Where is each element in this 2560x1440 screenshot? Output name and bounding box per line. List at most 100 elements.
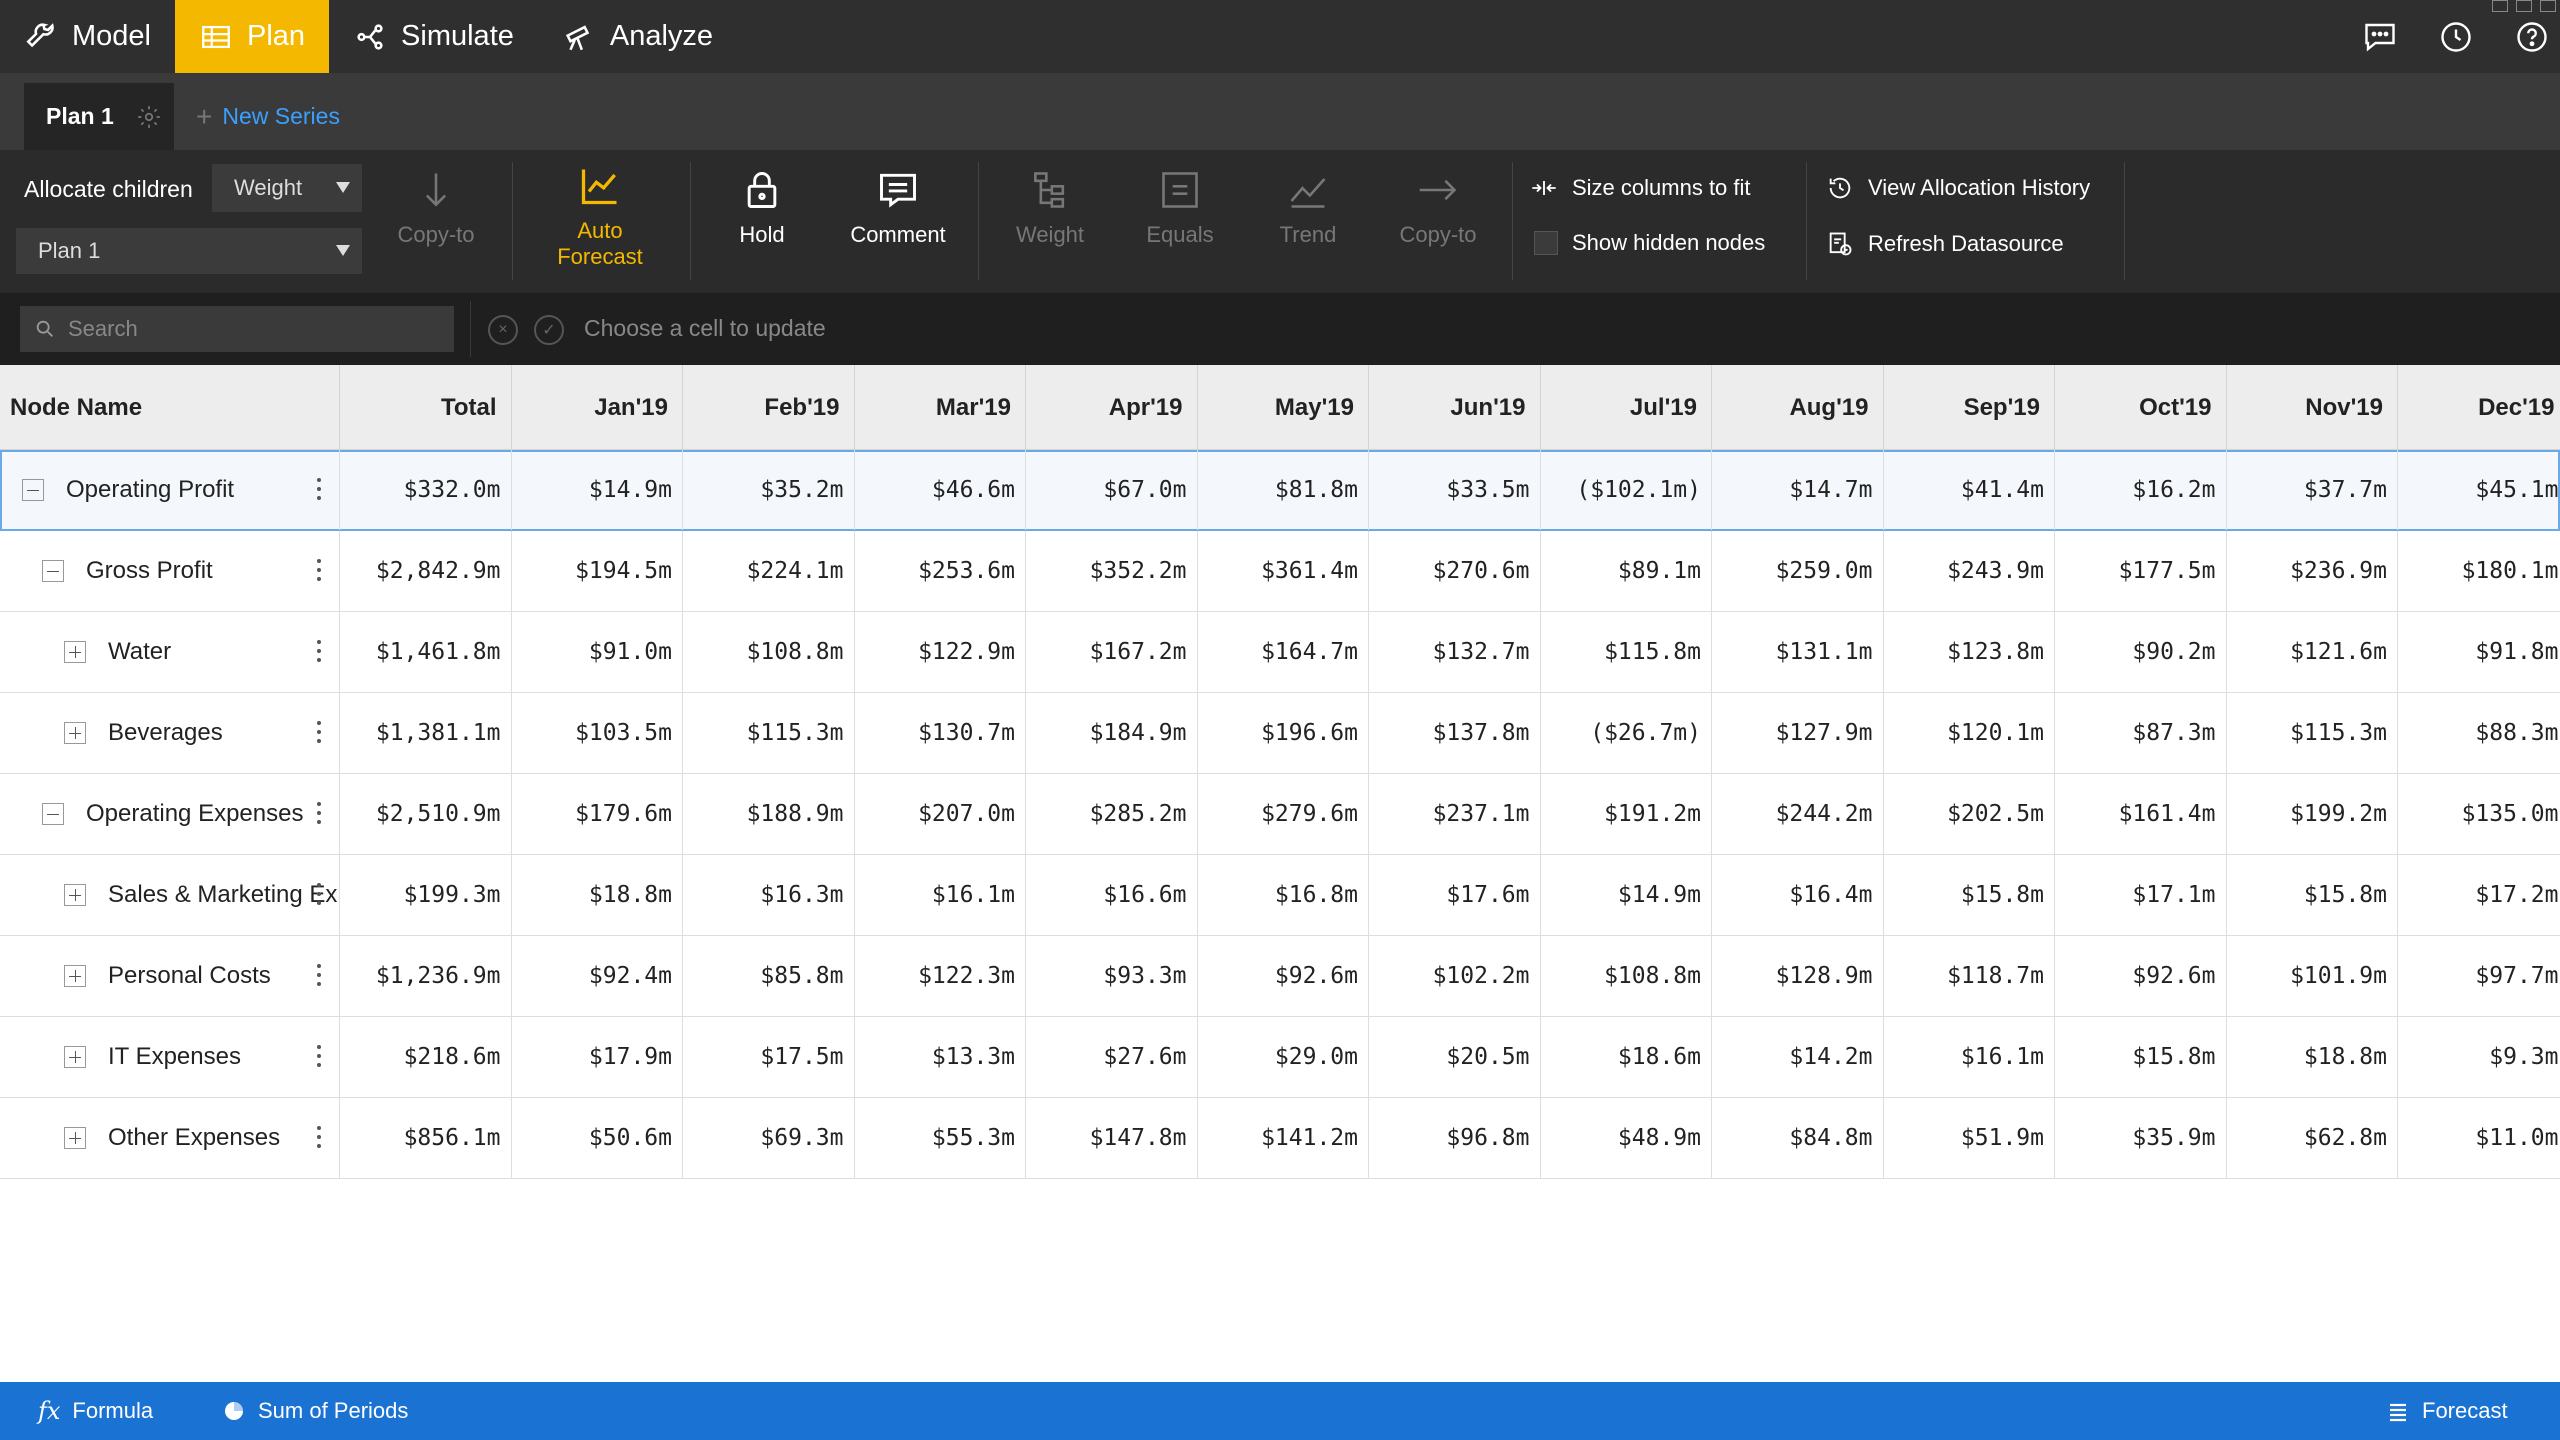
value-cell[interactable]: $115.3m [683,693,855,773]
value-cell[interactable]: $137.8m [1369,693,1541,773]
more-vertical-icon[interactable] [317,640,321,662]
table-row[interactable]: Personal Costs $1,236.9m $92.4m $85.8m $122.… [0,936,2560,1017]
value-cell[interactable]: $35.9m [2055,1098,2227,1178]
value-cell[interactable]: $15.8m [1884,855,2055,935]
column-header-node-name[interactable]: Node Name [0,365,340,450]
confirm-edit-icon[interactable]: ✓ [534,315,564,345]
value-cell[interactable]: $45.1m [2398,450,2560,530]
value-cell[interactable]: $17.9m [512,1017,683,1097]
value-cell[interactable]: $48.9m [1541,1098,1712,1178]
collapse-icon[interactable] [42,560,64,582]
expand-icon[interactable] [64,722,86,744]
value-cell[interactable]: $92.4m [512,936,683,1016]
total-cell[interactable]: $1,381.1m [340,693,512,773]
value-cell[interactable]: $89.1m [1541,531,1712,611]
table-row[interactable]: IT Expenses $218.6m $17.9m $17.5m $13.3m $27.… [0,1017,2560,1098]
more-vertical-icon[interactable] [317,802,321,824]
node-name-cell[interactable]: Beverages [0,693,340,773]
value-cell[interactable]: $17.6m [1369,855,1541,935]
total-cell[interactable]: $856.1m [340,1098,512,1178]
formula-status-button[interactable]: fx Formula [38,1382,153,1440]
more-vertical-icon[interactable] [317,478,321,500]
table-row[interactable]: Operating Profit $332.0m $14.9m $35.2m $46.6… [0,450,2560,531]
value-cell[interactable]: $237.1m [1369,774,1541,854]
value-cell[interactable]: $253.6m [855,531,1026,611]
column-header[interactable]: Jul'19 [1541,365,1712,450]
expand-icon[interactable] [64,884,86,906]
value-cell[interactable]: $18.8m [2227,1017,2398,1097]
value-cell[interactable]: $270.6m [1369,531,1541,611]
copy-to-right-button[interactable]: Copy-to [1378,168,1498,248]
view-allocation-history-button[interactable]: View Allocation History [1826,174,2090,202]
value-cell[interactable]: $16.6m [1026,855,1198,935]
value-cell[interactable]: $147.8m [1026,1098,1198,1178]
value-cell[interactable]: $196.6m [1198,693,1369,773]
new-series-button[interactable]: + New Series [196,83,340,150]
more-vertical-icon[interactable] [317,559,321,581]
value-cell[interactable]: $91.0m [512,612,683,692]
collapse-icon[interactable] [42,803,64,825]
plan-select[interactable]: Plan 1 [16,228,362,274]
collapse-icon[interactable] [22,479,44,501]
value-cell[interactable]: $55.3m [855,1098,1026,1178]
value-cell[interactable]: $27.6m [1026,1017,1198,1097]
column-header[interactable]: Oct'19 [2055,365,2227,450]
value-cell[interactable]: $14.2m [1712,1017,1884,1097]
value-cell[interactable]: $15.8m [2227,855,2398,935]
node-name-cell[interactable]: Operating Expenses [0,774,340,854]
auto-forecast-button[interactable]: Auto Forecast [540,164,660,270]
value-cell[interactable]: $123.8m [1884,612,2055,692]
value-cell[interactable]: $177.5m [2055,531,2227,611]
value-cell[interactable]: $15.8m [2055,1017,2227,1097]
hold-button[interactable]: Hold [702,168,822,248]
column-header[interactable]: Total [340,365,512,450]
value-cell[interactable]: $121.6m [2227,612,2398,692]
nav-tab-simulate[interactable]: Simulate [329,0,538,73]
gear-icon[interactable] [136,104,162,130]
expand-icon[interactable] [64,965,86,987]
column-header[interactable]: Sep'19 [1884,365,2055,450]
value-cell[interactable]: ($26.7m) [1541,693,1712,773]
column-header[interactable]: Mar'19 [855,365,1026,450]
size-columns-button[interactable]: Size columns to fit [1530,174,1751,202]
comment-button[interactable]: Comment [838,168,958,248]
refresh-datasource-button[interactable]: Refresh Datasource [1826,230,2064,258]
copy-to-down-button[interactable]: Copy-to [376,168,496,248]
chat-icon[interactable] [2362,19,2398,55]
value-cell[interactable]: $141.2m [1198,1098,1369,1178]
value-cell[interactable]: $11.0m [2398,1098,2560,1178]
value-cell[interactable]: $87.3m [2055,693,2227,773]
history-clock-icon[interactable] [2438,19,2474,55]
value-cell[interactable]: $16.4m [1712,855,1884,935]
expand-icon[interactable] [64,1127,86,1149]
value-cell[interactable]: $167.2m [1026,612,1198,692]
value-cell[interactable]: $131.1m [1712,612,1884,692]
value-cell[interactable]: $18.6m [1541,1017,1712,1097]
value-cell[interactable]: $243.9m [1884,531,2055,611]
value-cell[interactable]: $9.3m [2398,1017,2560,1097]
value-cell[interactable]: $279.6m [1198,774,1369,854]
value-cell[interactable]: $179.6m [512,774,683,854]
value-cell[interactable]: $14.9m [1541,855,1712,935]
value-cell[interactable]: $69.3m [683,1098,855,1178]
column-header[interactable]: Aug'19 [1712,365,1884,450]
filter-icon[interactable] [2492,0,2508,12]
column-header[interactable]: Nov'19 [2227,365,2398,450]
value-cell[interactable]: $14.7m [1712,450,1884,530]
value-cell[interactable]: $118.7m [1884,936,2055,1016]
trend-button[interactable]: Trend [1248,168,1368,248]
table-row[interactable]: Sales & Marketing Ex $199.3m $18.8m $16.3m $… [0,855,2560,936]
value-cell[interactable]: $92.6m [2055,936,2227,1016]
more-vertical-icon[interactable] [317,883,321,905]
restore-icon[interactable] [2516,0,2532,12]
value-cell[interactable]: $84.8m [1712,1098,1884,1178]
column-header[interactable]: Feb'19 [683,365,855,450]
node-name-cell[interactable]: Personal Costs [0,936,340,1016]
value-cell[interactable]: $101.9m [2227,936,2398,1016]
value-cell[interactable]: $35.2m [683,450,855,530]
column-header[interactable]: Jun'19 [1369,365,1541,450]
node-name-cell[interactable]: IT Expenses [0,1017,340,1097]
show-hidden-checkbox[interactable] [1534,231,1558,255]
value-cell[interactable]: $91.8m [2398,612,2560,692]
table-row[interactable]: Operating Expenses $2,510.9m $179.6m $188.9… [0,774,2560,855]
